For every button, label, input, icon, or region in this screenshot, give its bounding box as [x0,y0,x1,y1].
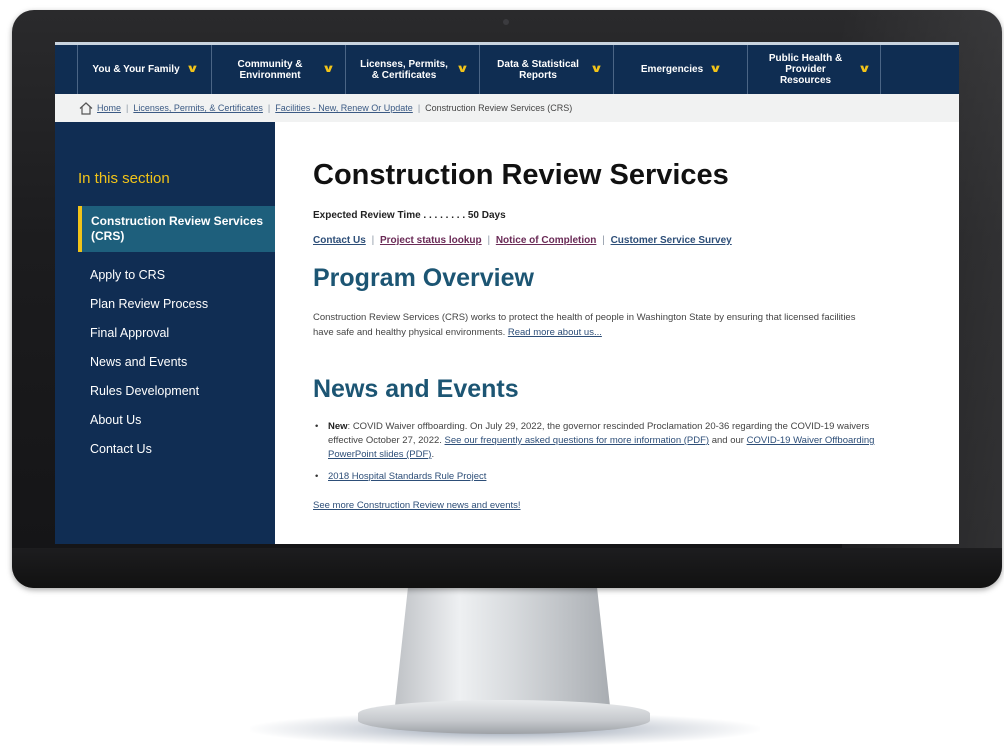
faq-pdf-link[interactable]: See our frequently asked questions for m… [445,435,710,446]
notice-completion-link[interactable]: Notice of Completion [496,235,597,246]
sidebar-title: In this section [78,170,170,187]
nav-label: Data & Statistical Reports [497,58,579,81]
sidebar-list: Apply to CRS Plan Review Process Final A… [90,266,208,469]
sidebar-item-rules[interactable]: Rules Development [90,382,208,411]
list-item: 2018 Hospital Standards Rule Project [313,470,888,484]
page-title: Construction Review Services [313,159,729,191]
breadcrumb-current: Construction Review Services (CRS) [425,103,573,113]
news-events-heading: News and Events [313,375,519,403]
sidebar-item-crs-active[interactable]: Construction Review Services (CRS) [78,206,275,252]
list-item: New: COVID Waiver offboarding. On July 2… [313,420,888,462]
nav-emergencies[interactable]: Emergencies ∨ [613,45,747,94]
contact-us-link[interactable]: Contact Us [313,235,366,246]
nav-data-reports[interactable]: Data & Statistical Reports ∨ [479,45,613,94]
breadcrumb-licenses-link[interactable]: Licenses, Permits, & Certificates [133,103,263,113]
breadcrumb-facilities-link[interactable]: Facilities - New, Renew Or Update [275,103,413,113]
sidebar-item-contact[interactable]: Contact Us [90,440,208,469]
news-and-text: and our [711,435,744,446]
project-status-link[interactable]: Project status lookup [380,235,482,246]
section-sidebar: In this section Construction Review Serv… [55,122,275,544]
chevron-down-icon: ∨ [321,63,336,75]
chevron-down-icon: ∨ [589,63,604,75]
nav-label: Public Health & Provider Resources [768,53,843,86]
customer-survey-link[interactable]: Customer Service Survey [611,235,732,246]
link-separator: | [371,235,375,246]
link-separator: | [602,235,605,246]
nav-public-health[interactable]: Public Health & Provider Resources ∨ [747,45,881,94]
breadcrumb-separator: | [267,103,271,113]
link-separator: | [487,235,491,246]
nav-licenses-permits[interactable]: Licenses, Permits, & Certificates ∨ [345,45,479,94]
chevron-down-icon: ∨ [708,63,723,75]
news-list: New: COVID Waiver offboarding. On July 2… [313,420,888,492]
nav-label: Community & Environment [237,58,303,81]
news-item-end: . [431,449,435,460]
screen: You & Your Family ∨ Community & Environm… [55,42,959,544]
breadcrumb-separator: | [126,103,129,113]
sidebar-item-apply[interactable]: Apply to CRS [90,266,208,295]
program-overview-heading: Program Overview [313,264,534,292]
quick-links: Contact Us | Project status lookup | Not… [313,235,732,246]
top-navigation: You & Your Family ∨ Community & Environm… [55,42,959,94]
nav-label: You & Your Family [92,64,180,75]
home-icon[interactable] [79,101,93,115]
breadcrumb-home-link[interactable]: Home [97,103,121,113]
monitor-stand-neck [395,588,610,706]
program-overview-text: Construction Review Services (CRS) works… [313,310,878,340]
more-news-link[interactable]: See more Construction Review news and ev… [313,500,521,511]
nav-community-environment[interactable]: Community & Environment ∨ [211,45,345,94]
chevron-down-icon: ∨ [455,63,470,75]
sidebar-item-news-events[interactable]: News and Events [90,353,208,382]
monitor-bottom-bezel [12,548,1002,588]
breadcrumb-separator: | [417,103,421,113]
sidebar-item-final-approval[interactable]: Final Approval [90,324,208,353]
read-more-link[interactable]: Read more about us... [508,327,602,338]
hospital-standards-link[interactable]: 2018 Hospital Standards Rule Project [328,471,486,482]
news-new-label: New [328,421,348,432]
nav-you-and-your-family[interactable]: You & Your Family ∨ [77,45,211,94]
sidebar-item-plan-review[interactable]: Plan Review Process [90,295,208,324]
monitor-stand-base [358,700,650,734]
chevron-down-icon: ∨ [185,63,199,75]
nav-label: Emergencies [640,64,704,75]
nav-label: Licenses, Permits, & Certificates [360,58,448,81]
review-time: Expected Review Time . . . . . . . . 50 … [313,210,506,221]
webcam-icon [503,19,509,25]
chevron-down-icon: ∨ [857,63,871,75]
breadcrumb: Home | Licenses, Permits, & Certificates… [55,94,959,122]
sidebar-item-about[interactable]: About Us [90,411,208,440]
